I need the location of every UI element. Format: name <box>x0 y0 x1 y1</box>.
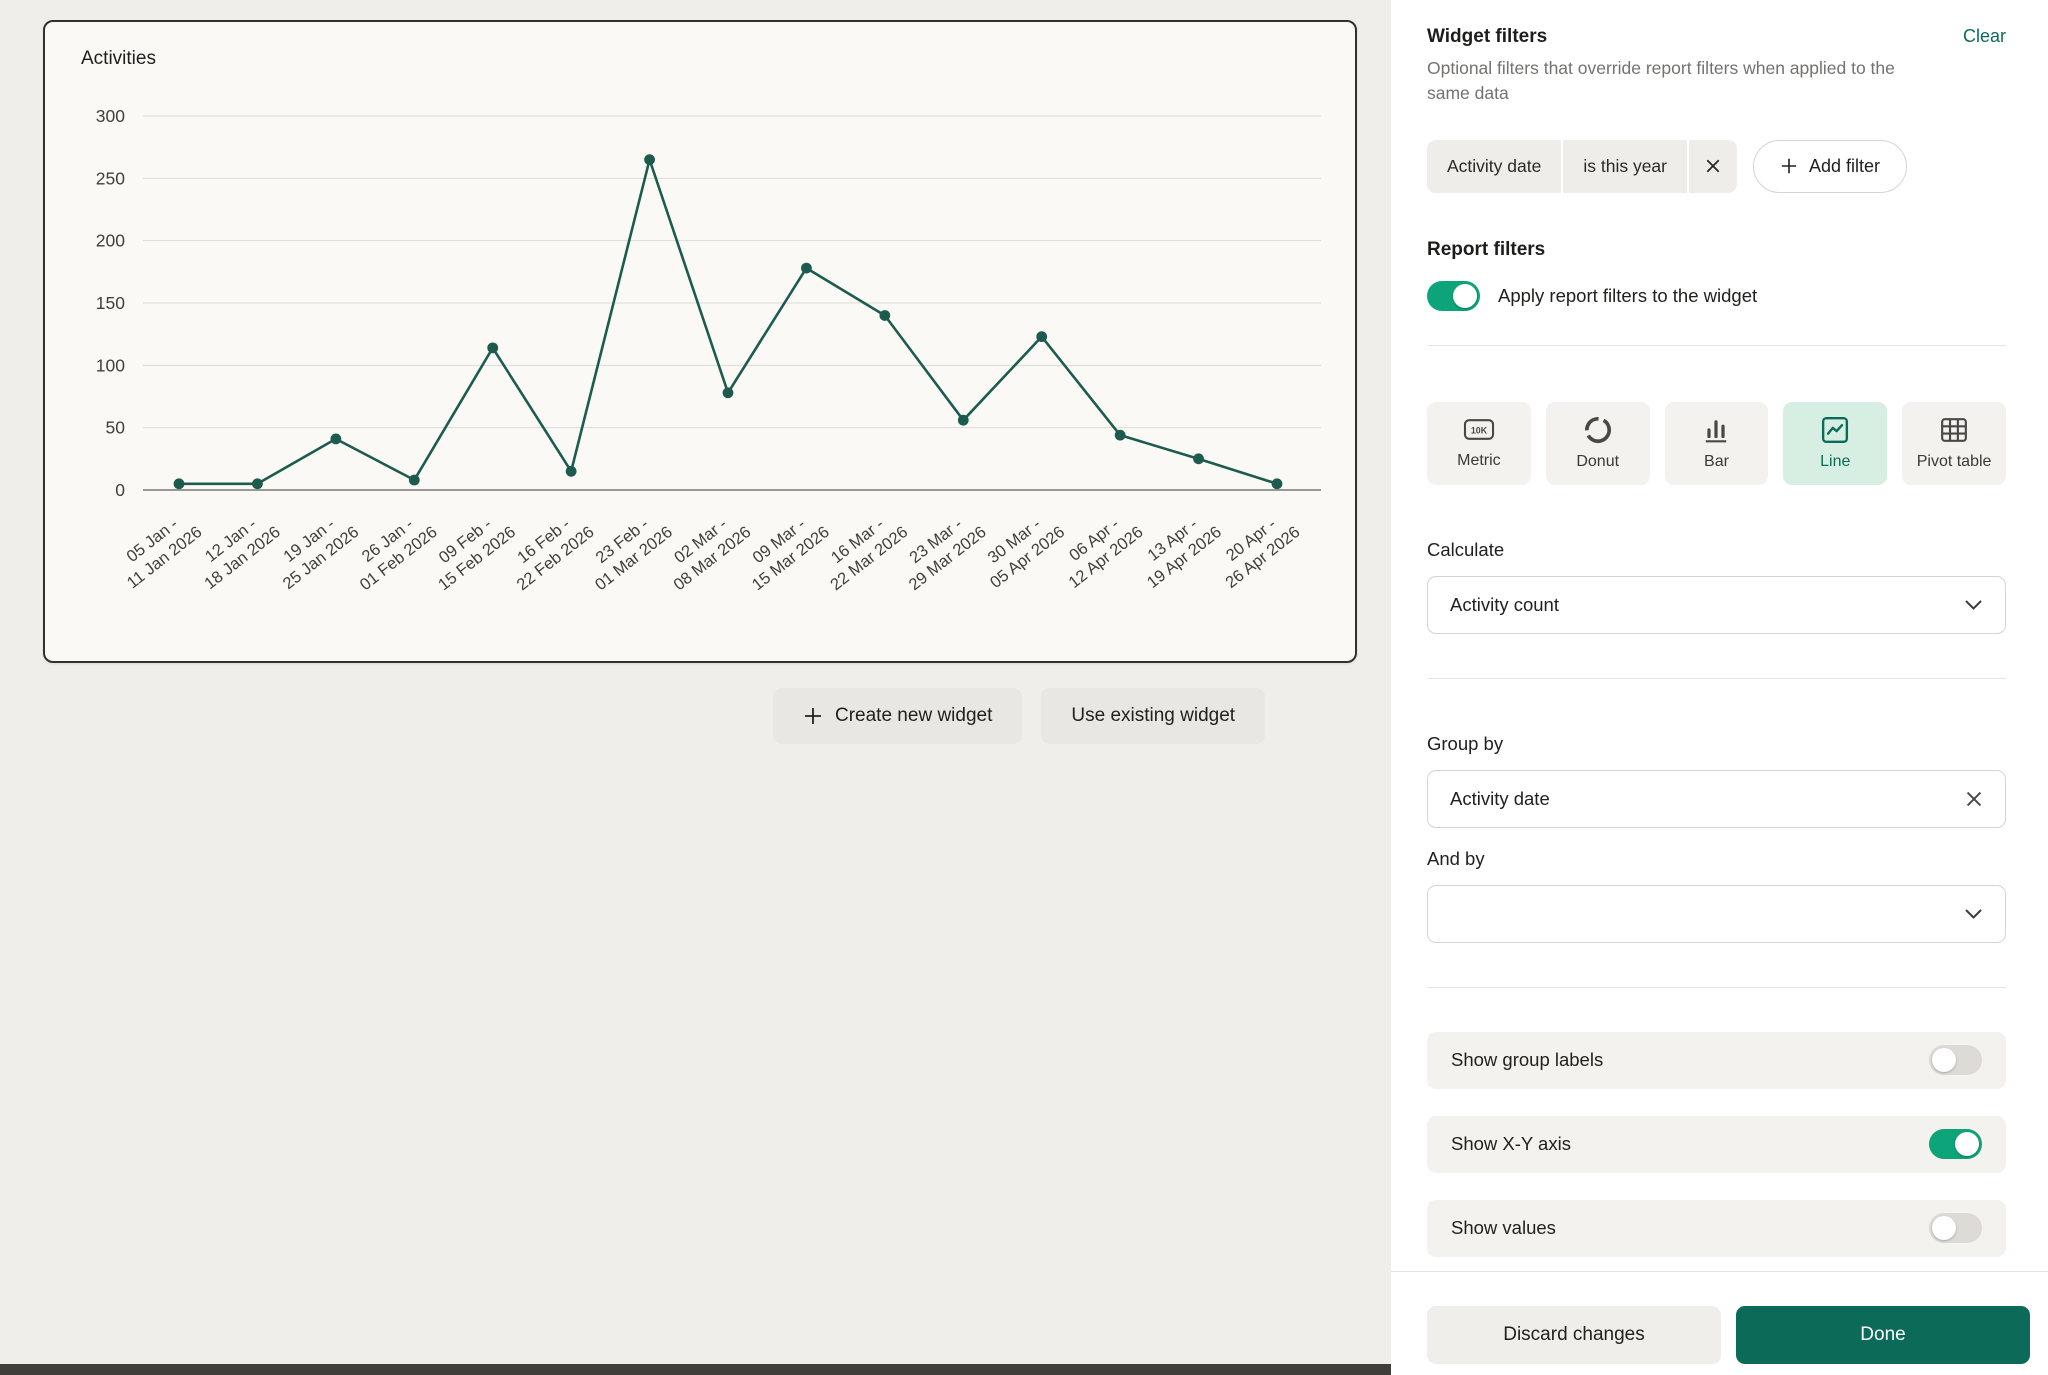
close-icon <box>1705 158 1721 174</box>
and-by-label: And by <box>1427 847 1485 869</box>
remove-filter-button[interactable] <box>1689 139 1737 193</box>
chart-type-label: Line <box>1820 452 1851 470</box>
chart-type-label: Metric <box>1457 452 1501 470</box>
plus-icon <box>803 706 823 726</box>
panel-footer: Discard changes Done <box>1391 1271 2048 1375</box>
add-filter-button[interactable]: Add filter <box>1753 139 1908 193</box>
chart-type-selector: 10K Metric Donut Bar Line Pivot table <box>1427 401 2006 485</box>
filter-chips-row: Activity date is this year Add filter <box>1427 139 2006 193</box>
use-existing-widget-button[interactable]: Use existing widget <box>1041 688 1266 744</box>
widget-settings-panel: Widget filters Clear Optional filters th… <box>1391 0 2048 1375</box>
svg-text:50: 50 <box>106 418 126 438</box>
calculate-select[interactable]: Activity count <box>1427 575 2006 634</box>
chart-type-bar[interactable]: Bar <box>1664 401 1769 485</box>
group-by-value: Activity date <box>1450 787 1550 809</box>
donut-icon <box>1584 416 1612 444</box>
chevron-down-icon <box>1964 599 1983 611</box>
show-xy-axis-row: Show X-Y axis <box>1427 1115 2006 1173</box>
display-options: Show group labels Show X-Y axis Show val… <box>1427 1031 2006 1257</box>
chart-type-pivot-table[interactable]: Pivot table <box>1902 401 2006 485</box>
use-existing-widget-label: Use existing widget <box>1071 705 1236 726</box>
apply-report-filters-toggle[interactable] <box>1427 280 1480 311</box>
group-by-select[interactable]: Activity date <box>1427 769 2006 828</box>
clear-group-by-icon[interactable] <box>1965 790 1983 808</box>
chart-type-label: Pivot table <box>1916 452 1992 470</box>
svg-text:250: 250 <box>96 168 125 188</box>
activities-line-chart: 05010015020025030005 Jan -11 Jan 202612 … <box>96 106 1321 594</box>
show-values-toggle[interactable] <box>1929 1213 1982 1244</box>
show-group-labels-label: Show group labels <box>1451 1049 1604 1071</box>
chart-type-metric[interactable]: 10K Metric <box>1427 401 1531 485</box>
metric-icon: 10K <box>1463 416 1495 443</box>
horizontal-scrollbar[interactable] <box>0 1364 1391 1375</box>
widget-editor-app: Activities 0 50 100 150 200 250 300 05 Jan -11 … <box>0 0 2048 1375</box>
report-filters-heading: Report filters <box>1427 238 1546 260</box>
show-group-labels-row: Show group labels <box>1427 1031 2006 1089</box>
widget-filters-heading: Widget filters <box>1427 26 1548 47</box>
show-xy-axis-toggle[interactable] <box>1929 1129 1982 1160</box>
calculate-label: Calculate <box>1427 538 1505 560</box>
show-values-row: Show values <box>1427 1199 2006 1257</box>
divider <box>1427 677 2006 679</box>
show-group-labels-toggle[interactable] <box>1929 1045 1982 1076</box>
create-new-widget-label: Create new widget <box>835 705 993 726</box>
create-new-widget-button[interactable]: Create new widget <box>773 688 1023 744</box>
divider <box>1427 344 2006 346</box>
chart-type-label: Bar <box>1704 452 1729 470</box>
chart-type-label: Donut <box>1576 452 1620 470</box>
chevron-down-icon <box>1964 908 1983 920</box>
apply-report-filters-row: Apply report filters to the widget <box>1427 280 2006 311</box>
filter-chip: Activity date is this year <box>1427 139 1737 193</box>
line-chart-icon <box>1821 416 1849 444</box>
widget-title: Activities <box>81 48 156 69</box>
chart-type-donut[interactable]: Donut <box>1545 401 1650 485</box>
discard-changes-button[interactable]: Discard changes <box>1427 1306 1721 1364</box>
plus-icon <box>1780 157 1798 175</box>
group-by-label: Group by <box>1427 732 1504 754</box>
bar-chart-icon <box>1702 416 1730 444</box>
svg-text:300: 300 <box>96 106 125 126</box>
canvas-actions: Create new widget Use existing widget <box>773 688 1266 744</box>
show-values-label: Show values <box>1451 1217 1556 1239</box>
and-by-select[interactable] <box>1427 884 2006 943</box>
panel-content: Widget filters Clear Optional filters th… <box>1391 0 2048 1271</box>
add-filter-label: Add filter <box>1809 155 1881 176</box>
show-xy-axis-label: Show X-Y axis <box>1451 1133 1571 1155</box>
svg-text:200: 200 <box>96 231 125 251</box>
filter-condition-chip[interactable]: is this year <box>1563 139 1687 193</box>
clear-filters-link[interactable]: Clear <box>1963 26 2006 47</box>
widget-card-activities[interactable]: Activities 0 50 100 150 200 250 300 05 Jan -11 … <box>43 20 1357 663</box>
svg-text:10K: 10K <box>1471 426 1488 436</box>
filter-field-chip[interactable]: Activity date <box>1427 139 1562 193</box>
report-canvas: Activities 0 50 100 150 200 250 300 05 Jan -11 … <box>0 0 1391 1375</box>
svg-text:100: 100 <box>96 355 125 375</box>
apply-report-filters-label: Apply report filters to the widget <box>1498 284 1758 306</box>
svg-text:0: 0 <box>115 480 125 500</box>
divider <box>1427 986 2006 988</box>
done-button[interactable]: Done <box>1736 1306 2030 1364</box>
pivot-table-icon <box>1940 416 1968 444</box>
chart-type-line[interactable]: Line <box>1783 401 1888 485</box>
svg-text:150: 150 <box>96 293 125 313</box>
widget-filters-description: Optional filters that override report fi… <box>1427 58 1895 103</box>
calculate-value: Activity count <box>1450 593 1559 615</box>
